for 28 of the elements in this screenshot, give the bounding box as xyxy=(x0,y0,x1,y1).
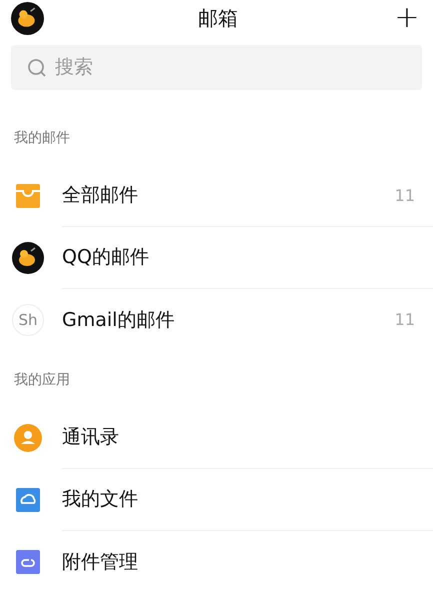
row-label: 附件管理 xyxy=(62,550,138,575)
row-label: 通讯录 xyxy=(62,425,119,450)
row-label: 全部邮件 xyxy=(62,183,138,208)
mailbox-row[interactable]: QQ的邮件 xyxy=(0,227,433,289)
mailbox-row[interactable]: 附件管理 xyxy=(0,531,433,592)
unread-count: 11 xyxy=(394,184,415,206)
unread-count: 11 xyxy=(394,309,415,331)
section-header: 我的邮件 xyxy=(13,128,71,148)
search-icon xyxy=(27,58,47,78)
inbox-icon xyxy=(15,183,41,209)
mailbox-row[interactable]: 通讯录 xyxy=(0,407,433,469)
mailbox-row[interactable]: 我的文件 xyxy=(0,469,433,531)
row-label: 我的文件 xyxy=(62,487,138,512)
search-input[interactable]: 搜索 xyxy=(55,53,355,82)
mailbox-row[interactable]: 全部邮件 11 xyxy=(0,165,433,227)
avatar-icon xyxy=(11,2,44,34)
mailbox-row[interactable]: Sh Gmail的邮件 11 xyxy=(0,289,433,351)
row-label: Gmail的邮件 xyxy=(62,308,174,333)
cloud-icon xyxy=(15,487,41,513)
search-bar[interactable]: 搜索 xyxy=(11,45,422,90)
add-button[interactable]: + xyxy=(392,3,422,33)
section-header: 我的应用 xyxy=(13,370,71,390)
row-label: QQ的邮件 xyxy=(62,245,149,270)
avatar-icon xyxy=(12,242,44,274)
initials-avatar: Sh xyxy=(12,304,44,336)
contacts-icon xyxy=(14,424,42,452)
paperclip-icon xyxy=(15,549,41,575)
window-title: 邮箱 xyxy=(198,5,238,32)
